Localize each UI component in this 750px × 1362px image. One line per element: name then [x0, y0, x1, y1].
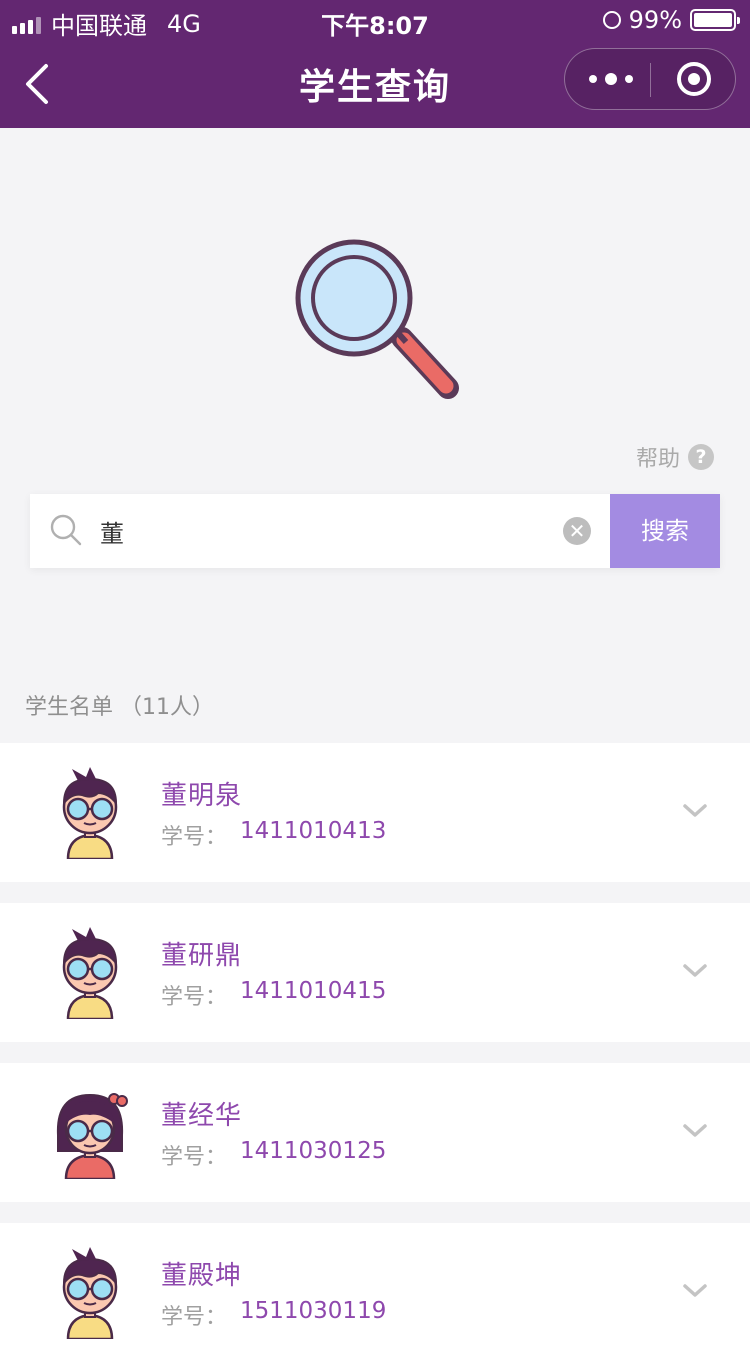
girl-avatar — [52, 1087, 128, 1181]
search-bar: ✕ 搜索 — [30, 494, 720, 568]
search-icon — [50, 514, 82, 546]
student-name: 董明泉 — [161, 781, 243, 811]
student-card[interactable]: 董研鼎 学号： 1411010415 — [0, 903, 750, 1042]
search-button[interactable]: 搜索 — [610, 494, 720, 568]
status-bar: 中国联通 4G 下午8:07 99% — [0, 0, 750, 40]
student-id: 1511030119 — [240, 1298, 387, 1324]
help-link[interactable]: 帮助 ? — [636, 441, 714, 473]
nav-bar: 学生查询 — [0, 40, 750, 128]
student-id: 1411010415 — [240, 978, 387, 1004]
boy-avatar — [52, 927, 128, 1021]
student-card[interactable]: 董明泉 学号： 1411010413 — [0, 743, 750, 882]
search-input[interactable] — [100, 506, 560, 556]
magnifier-illustration-icon — [295, 239, 459, 399]
student-id-label: 学号： — [161, 825, 228, 850]
student-id: 1411010413 — [240, 818, 387, 844]
clear-icon[interactable]: ✕ — [563, 517, 591, 545]
battery-percent: 99% — [628, 6, 682, 34]
student-card[interactable]: 董殿坤 学号： 1511030119 — [0, 1223, 750, 1362]
status-right: 99% — [602, 6, 740, 34]
target-icon[interactable] — [677, 62, 711, 96]
alarm-icon — [602, 11, 621, 29]
student-id: 1411030125 — [240, 1138, 387, 1164]
help-label: 帮助 — [635, 447, 680, 472]
more-icon[interactable] — [589, 67, 633, 91]
student-id-label: 学号： — [161, 985, 228, 1010]
help-icon: ? — [688, 444, 714, 470]
battery-icon — [690, 9, 740, 31]
mini-program-capsule — [564, 48, 736, 110]
chevron-down-icon[interactable] — [681, 961, 709, 981]
student-id-label: 学号： — [161, 1145, 228, 1170]
student-id-label: 学号： — [161, 1305, 228, 1330]
chevron-down-icon[interactable] — [681, 801, 709, 821]
chevron-down-icon[interactable] — [681, 1281, 709, 1301]
student-name: 董经华 — [161, 1101, 243, 1131]
boy-avatar — [52, 767, 128, 861]
student-card[interactable]: 董经华 学号： 1411030125 — [0, 1063, 750, 1202]
student-name: 董殿坤 — [161, 1261, 243, 1291]
student-name: 董研鼎 — [161, 941, 243, 971]
student-list-title: 学生名单 （11人） — [25, 695, 214, 720]
boy-avatar — [52, 1247, 128, 1341]
capsule-divider — [650, 63, 651, 97]
chevron-down-icon[interactable] — [681, 1121, 709, 1141]
